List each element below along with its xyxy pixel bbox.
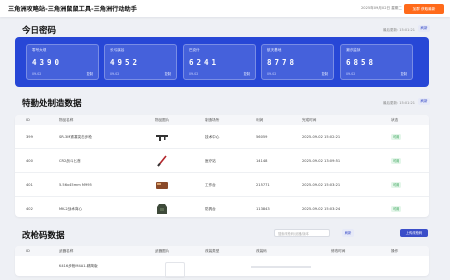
column-header: 物品名称 [59,118,74,122]
code-value: 8778 [267,58,298,67]
weapon-image [165,262,185,278]
column-header: 物品图片 [155,118,170,122]
ammo-box-icon [156,182,168,189]
code-value: 4952 [110,58,141,67]
row-id: 401 [26,183,33,187]
column-header: ID [26,118,30,122]
column-header: 武器图片 [155,249,170,253]
code-date: 09-02 [32,72,42,76]
item-name: MK-2战术背心 [59,207,83,211]
map-name: 长弓溪谷 [110,48,125,52]
codes-updated-time: 最后更新: 15:01:21 [382,27,415,32]
profit: 113843 [256,207,270,211]
top-bar: 三角洲攻略站-三角洲鼠鼠工具-三角洲行动助手 2025年09月02日 星期二 加… [0,0,450,17]
status-badge: 可用 [391,206,402,212]
copy-button[interactable]: 复制 [401,71,407,76]
finish-time: 2025-09-02 15:02:21 [302,135,341,139]
table-row[interactable]: 400 CR2战斗匕首 医疗站 14148 2025-09-02 13:09:5… [15,149,429,173]
code-card: 零号大坝 4390 09-02 复制 [26,44,99,80]
mods-section-title: 改枪码数据 [22,231,65,241]
column-header: 完成时间 [302,118,317,122]
mods-refresh-button[interactable]: 刷新 [342,229,354,237]
table-row[interactable]: K416步枪M4A1-精简版 [15,256,429,280]
code-date: 09-02 [267,72,277,76]
craft-place: 技术中心 [205,135,220,139]
rifle-icon [156,135,168,141]
special-section-title: 特勤处制造数据 [22,99,82,109]
item-name: SR-3M紧凑突击步枪 [59,135,92,139]
weapon-name: K416步枪M4A1-精简版 [59,264,98,268]
table-row[interactable]: 399 SR-3M紧凑突击步枪 技术中心 56059 2025-09-02 15… [15,125,429,149]
column-header: 修改时间 [331,249,346,253]
mod-code-bar [251,266,311,268]
row-id: 400 [26,159,33,163]
column-header: 制造场所 [205,118,220,122]
map-name: 航天基地 [267,48,282,52]
craft-place: 工作台 [205,183,216,187]
column-header: 利润 [256,118,264,122]
table-row[interactable]: 402 MK-2战术背心 防具台 113843 2025-09-02 15:03… [15,197,429,221]
item-name: 5.56x45mm M995 [59,183,92,187]
map-name: 巴克什 [189,48,200,52]
copy-button[interactable]: 复制 [165,71,171,76]
codes-refresh-button[interactable]: 刷新 [418,25,430,32]
copy-button[interactable]: 复制 [87,71,93,76]
finish-time: 2025-09-02 15:03:24 [302,207,341,211]
copy-button[interactable]: 复制 [244,71,250,76]
finish-time: 2025-09-02 13:09:51 [302,159,341,163]
status-badge: 可用 [391,134,402,140]
code-date: 09-02 [346,72,356,76]
profit: 56059 [256,135,268,139]
code-card: 航天基地 8778 09-02 复制 [261,44,334,80]
profit: 14148 [256,159,268,163]
date-note: 2025年09月02日 星期二 [361,5,402,10]
column-header: ID [26,249,30,253]
profit: 215771 [256,183,270,187]
finish-time: 2025-09-02 15:03:21 [302,183,341,187]
status-badge: 可用 [391,182,402,188]
copy-button[interactable]: 复制 [322,71,328,76]
site-title: 三角洲攻略站-三角洲鼠鼠工具-三角洲行动助手 [8,6,137,13]
code-value: 6858 [346,58,377,67]
map-name: 潮汐监狱 [346,48,361,52]
upload-mod-button[interactable]: 上传改枪码 [400,229,428,237]
special-updated-time: 最后更新: 15:01:21 [382,100,415,105]
code-card: 巴克什 6241 09-02 复制 [183,44,256,80]
codes-section-title: 今日密码 [22,26,57,36]
table-row[interactable]: 401 5.56x45mm M995 工作台 215771 2025-09-02… [15,173,429,197]
column-header: 操作 [391,249,399,253]
codes-panel: 零号大坝 4390 09-02 复制 长弓溪谷 4952 09-02 复制 巴克… [15,37,429,87]
mods-table: ID 武器名称 武器图片 改装类型 改装码 修改时间 操作 K416步枪M4A1… [15,246,429,280]
code-date: 09-02 [189,72,199,76]
craft-place: 医疗站 [205,159,216,163]
column-header: 改装码 [256,249,267,253]
row-id: 399 [26,135,33,139]
code-value: 4390 [32,58,63,67]
special-table: ID 物品名称 物品图片 制造场所 利润 完成时间 状态 399 SR-3M紧凑… [15,115,429,217]
craft-place: 防具台 [205,207,216,211]
map-name: 零号大坝 [32,48,47,52]
special-refresh-button[interactable]: 刷新 [418,98,430,105]
status-badge: 可用 [391,158,402,164]
mods-search-input[interactable]: 搜索改枪码/武器/版本 [274,229,330,237]
column-header: 状态 [391,118,399,122]
code-card: 长弓溪谷 4952 09-02 复制 [104,44,177,80]
code-value: 6241 [189,58,220,67]
code-card: 潮汐监狱 6858 09-02 复制 [340,44,413,80]
join-group-button[interactable]: 加群 获取最新 [404,3,444,14]
item-name: CR2战斗匕首 [59,159,81,163]
vest-icon [157,204,167,214]
column-header: 改装类型 [205,249,220,253]
code-date: 09-02 [110,72,120,76]
knife-icon [157,155,167,167]
row-id: 402 [26,207,33,211]
